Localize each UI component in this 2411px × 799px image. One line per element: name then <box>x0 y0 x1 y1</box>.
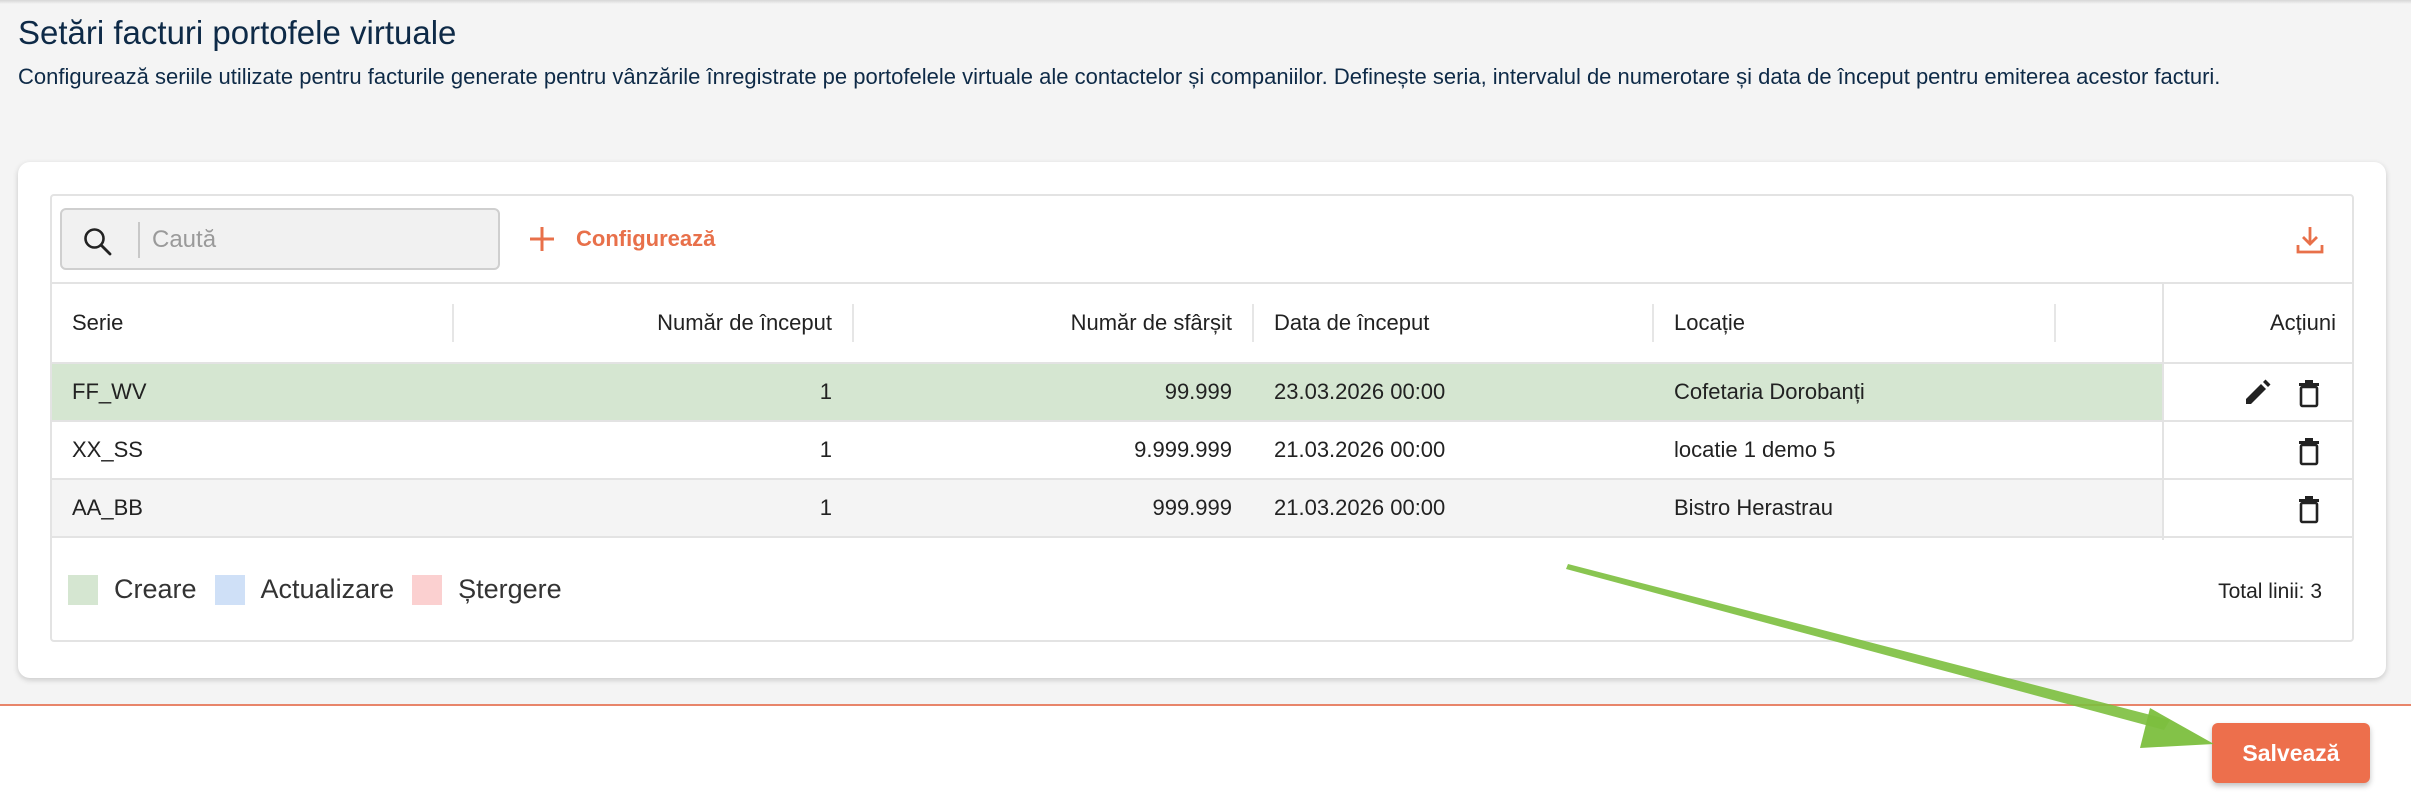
delete-icon[interactable] <box>2294 494 2324 524</box>
actions-cell <box>2164 364 2352 422</box>
top-shadow <box>0 0 2411 4</box>
cell-end-number: 9.999.999 <box>1134 437 1232 462</box>
column-header-serie[interactable]: Serie <box>52 284 452 362</box>
search-input[interactable] <box>152 218 482 262</box>
cell-start-number: 1 <box>819 437 832 462</box>
search-icon <box>84 228 112 256</box>
configure-label: Configurează <box>576 226 716 251</box>
legend-label-create: Creare <box>114 574 197 604</box>
column-header-end-number[interactable]: Număr de sfârșit <box>854 284 1252 362</box>
cell-start-date: 23.03.2026 00:00 <box>1274 379 1446 404</box>
cell-start-number: 1 <box>819 495 832 520</box>
cell-serie: AA_BB <box>72 495 143 520</box>
cell-location: Cofetaria Dorobanți <box>1674 379 1865 404</box>
search-box[interactable] <box>60 208 500 270</box>
cell-end-number: 999.999 <box>1152 495 1232 520</box>
cell-serie: XX_SS <box>72 437 143 462</box>
cell-serie: FF_WV <box>72 379 147 404</box>
column-header-start-date[interactable]: Data de început <box>1254 284 1652 362</box>
legend-swatch-create <box>68 574 98 605</box>
total-rows: Total linii: 3 <box>2218 580 2322 603</box>
actions-cell <box>2164 480 2352 538</box>
cell-end-number: 99.999 <box>1164 379 1232 404</box>
legend-label-delete: Ștergere <box>458 574 562 604</box>
page-title: Setări facturi portofele virtuale <box>18 14 457 51</box>
grid-toolbar: Configurează <box>52 196 2352 284</box>
legend-label-update: Actualizare <box>260 574 395 604</box>
configure-button[interactable]: Configurează <box>528 216 715 262</box>
delete-icon[interactable] <box>2294 378 2324 408</box>
edit-icon[interactable] <box>2242 378 2272 408</box>
actions-column: Acțiuni <box>2162 284 2352 540</box>
footer-bar <box>0 706 2411 799</box>
download-icon[interactable] <box>2294 224 2326 256</box>
actions-header-cell: Acțiuni <box>2164 284 2352 364</box>
column-header-actions: Acțiuni <box>2269 310 2336 335</box>
column-header-location[interactable]: Locație <box>1654 284 2054 362</box>
cell-start-number: 1 <box>819 379 832 404</box>
table-row[interactable]: XX_SS 1 9.999.999 21.03.2026 00:00 locat… <box>52 422 2352 480</box>
table-row[interactable]: AA_BB 1 999.999 21.03.2026 00:00 Bistro … <box>52 480 2352 538</box>
delete-icon[interactable] <box>2294 436 2324 466</box>
search-separator <box>138 222 140 258</box>
column-header-start-number[interactable]: Număr de început <box>454 284 852 362</box>
column-separator[interactable] <box>2054 304 2056 342</box>
cell-location: locatie 1 demo 5 <box>1674 437 1836 462</box>
cell-start-date: 21.03.2026 00:00 <box>1274 495 1446 520</box>
table-header: Serie Număr de început Număr de sfârșit … <box>52 284 2352 364</box>
actions-cell <box>2164 422 2352 480</box>
series-card: Configurează Serie Număr de început Numă… <box>18 162 2386 678</box>
cell-location: Bistro Herastrau <box>1674 495 1833 520</box>
plus-icon <box>530 227 554 251</box>
legend-swatch-update <box>214 574 245 605</box>
legend-swatch-delete <box>412 574 443 605</box>
series-grid: Configurează Serie Număr de început Numă… <box>50 194 2354 642</box>
save-button[interactable]: Salvează <box>2212 723 2370 783</box>
cell-start-date: 21.03.2026 00:00 <box>1274 437 1446 462</box>
legend: Creare Actualizare Ștergere <box>68 574 580 605</box>
page-description: Configurează seriile utilizate pentru fa… <box>18 64 2221 89</box>
table-row[interactable]: FF_WV 1 99.999 23.03.2026 00:00 Cofetari… <box>52 364 2352 422</box>
